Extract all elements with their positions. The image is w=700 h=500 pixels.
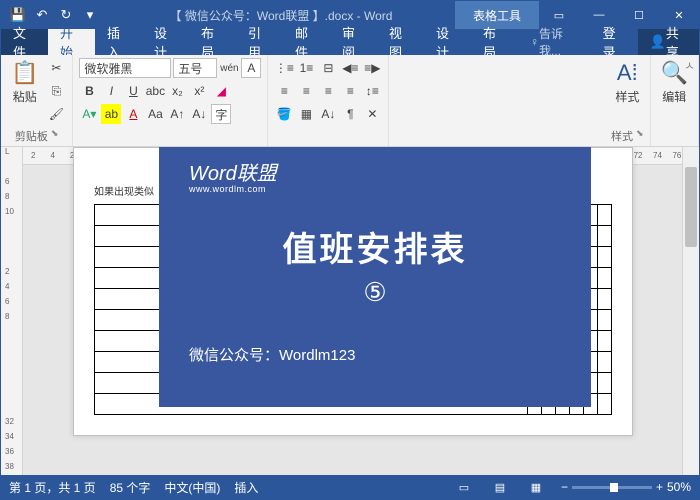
word-count[interactable]: 85 个字 [110,479,151,496]
change-case-button[interactable]: Aa [145,104,165,124]
tab-context-layout[interactable]: 布局 [471,29,518,55]
overlay-title: 值班安排表 [283,222,468,271]
italic-button[interactable]: I [101,81,121,101]
styles-icon: A⁞ [617,60,638,86]
vertical-scrollbar[interactable] [682,147,699,475]
subscript-button[interactable]: x₂ [167,81,187,101]
document-canvas[interactable]: 2424681012146870727476 如果出现类似 星期一 Word联盟… [23,147,682,475]
align-left-button[interactable]: ≡ [274,81,294,101]
bullets-button[interactable]: ⋮≡ [274,58,294,78]
text-effects-button[interactable]: A▾ [79,104,99,124]
decrease-indent-button[interactable]: ◀≡ [340,58,360,78]
tab-view[interactable]: 视图 [377,29,424,55]
document-area: L6810246832343638 2424681012146870727476… [1,147,699,475]
insert-mode[interactable]: 插入 [234,479,258,496]
increase-indent-button[interactable]: ≡▶ [362,58,382,78]
clipboard-launcher[interactable]: ⬊ [51,128,59,144]
read-mode-button[interactable]: ▭ [453,478,475,496]
line-spacing-button[interactable]: ↕≡ [362,81,382,101]
align-right-button[interactable]: ≡ [318,81,338,101]
grow-font-button[interactable]: A↑ [167,104,187,124]
numbering-button[interactable]: 1≡ [296,58,316,78]
zoom-out-button[interactable]: − [561,480,568,494]
ruby-button[interactable]: wén [219,58,239,78]
web-layout-button[interactable]: ▦ [525,478,547,496]
vertical-ruler[interactable]: L6810246832343638 [1,147,23,475]
text-direction-button[interactable]: ✕ [362,104,382,124]
clear-formatting-button[interactable]: ◢ [211,81,231,101]
scrollbar-thumb[interactable] [685,167,697,247]
group-font: 微软雅黑 五号 wén A B I U abc x₂ x² ◢ A▾ ab A … [73,55,268,146]
overlay-number: ⑤ [363,277,386,308]
multilevel-button[interactable]: ⊟ [318,58,338,78]
styles-button[interactable]: A⁞ 样式 [611,58,644,107]
shading-button[interactable]: 🪣 [274,104,294,124]
tab-file[interactable]: 文件 [1,29,48,55]
highlight-button[interactable]: ab [101,104,121,124]
tab-references[interactable]: 引用 [236,29,283,55]
language-indicator[interactable]: 中文(中国) [164,479,220,496]
paste-button[interactable]: 📋 粘贴 [7,58,42,107]
print-layout-button[interactable]: ▤ [489,478,511,496]
ribbon-tabs: 文件 开始 插入 设计 布局 引用 邮件 审阅 视图 设计 布局 ♀ 告诉我..… [1,29,699,55]
page-indicator[interactable]: 第 1 页，共 1 页 [9,479,96,496]
overlay-url: www.wordlm.com [189,184,266,194]
tab-layout[interactable]: 布局 [189,29,236,55]
signin-button[interactable]: 登录 [591,29,638,55]
enclosed-char-button[interactable]: 字 [211,104,231,124]
show-marks-button[interactable]: ¶ [340,104,360,124]
tab-design[interactable]: 设计 [142,29,189,55]
zoom-level[interactable]: 50% [667,480,691,494]
document-title: 【 微信公众号：Word联盟 】.docx - Word [107,7,455,24]
zoom-control: − + 50% [561,480,691,494]
font-size-combo[interactable]: 五号 [173,58,217,78]
font-color-button[interactable]: A [123,104,143,124]
overlay-logo: Word联盟 [189,157,277,186]
status-bar: 第 1 页，共 1 页 85 个字 中文(中国) 插入 ▭ ▤ ▦ − + 50… [1,475,699,499]
zoom-slider[interactable] [572,486,652,489]
align-center-button[interactable]: ≡ [296,81,316,101]
tell-me-input[interactable]: ♀ 告诉我... [518,29,591,55]
borders-button[interactable]: ▦ [296,104,316,124]
styles-launcher[interactable]: ⬊ [636,128,644,144]
bold-button[interactable]: B [79,81,99,101]
tab-review[interactable]: 审阅 [330,29,377,55]
collapse-ribbon-button[interactable]: ㅅ [684,57,695,74]
font-name-combo[interactable]: 微软雅黑 [79,58,171,78]
cut-button[interactable]: ✂ [46,58,66,78]
underline-button[interactable]: U [123,81,143,101]
superscript-button[interactable]: x² [189,81,209,101]
group-clipboard: 📋 粘贴 ✂ ⎘ 🖌 剪贴板⬊ [1,55,73,146]
tab-home[interactable]: 开始 [48,29,95,55]
zoom-in-button[interactable]: + [656,480,663,494]
format-painter-button[interactable]: 🖌 [46,104,66,124]
strikethrough-button[interactable]: abc [145,81,165,101]
overlay-subtitle: 微信公众号：Wordlm123 [189,344,355,365]
group-styles: A⁞ 样式 样式⬊ [605,55,651,146]
tab-mailings[interactable]: 邮件 [283,29,330,55]
group-paragraph: ⋮≡ 1≡ ⊟ ◀≡ ≡▶ ≡ ≡ ≡ ≡ ↕≡ 🪣 ▦ A↓ ¶ ✕ [268,55,389,146]
tab-insert[interactable]: 插入 [95,29,142,55]
character-border-button[interactable]: A [241,58,261,78]
share-button[interactable]: 👤 共享 [638,29,699,55]
ribbon: 📋 粘贴 ✂ ⎘ 🖌 剪贴板⬊ 微软雅黑 五号 wén A B I U abc [1,55,699,147]
splash-overlay: Word联盟 www.wordlm.com 值班安排表 ⑤ 微信公众号：Word… [159,147,591,407]
justify-button[interactable]: ≡ [340,81,360,101]
shrink-font-button[interactable]: A↓ [189,104,209,124]
clipboard-icon: 📋 [11,60,38,86]
copy-button[interactable]: ⎘ [46,81,66,101]
sort-button[interactable]: A↓ [318,104,338,124]
tab-context-design[interactable]: 设计 [424,29,471,55]
